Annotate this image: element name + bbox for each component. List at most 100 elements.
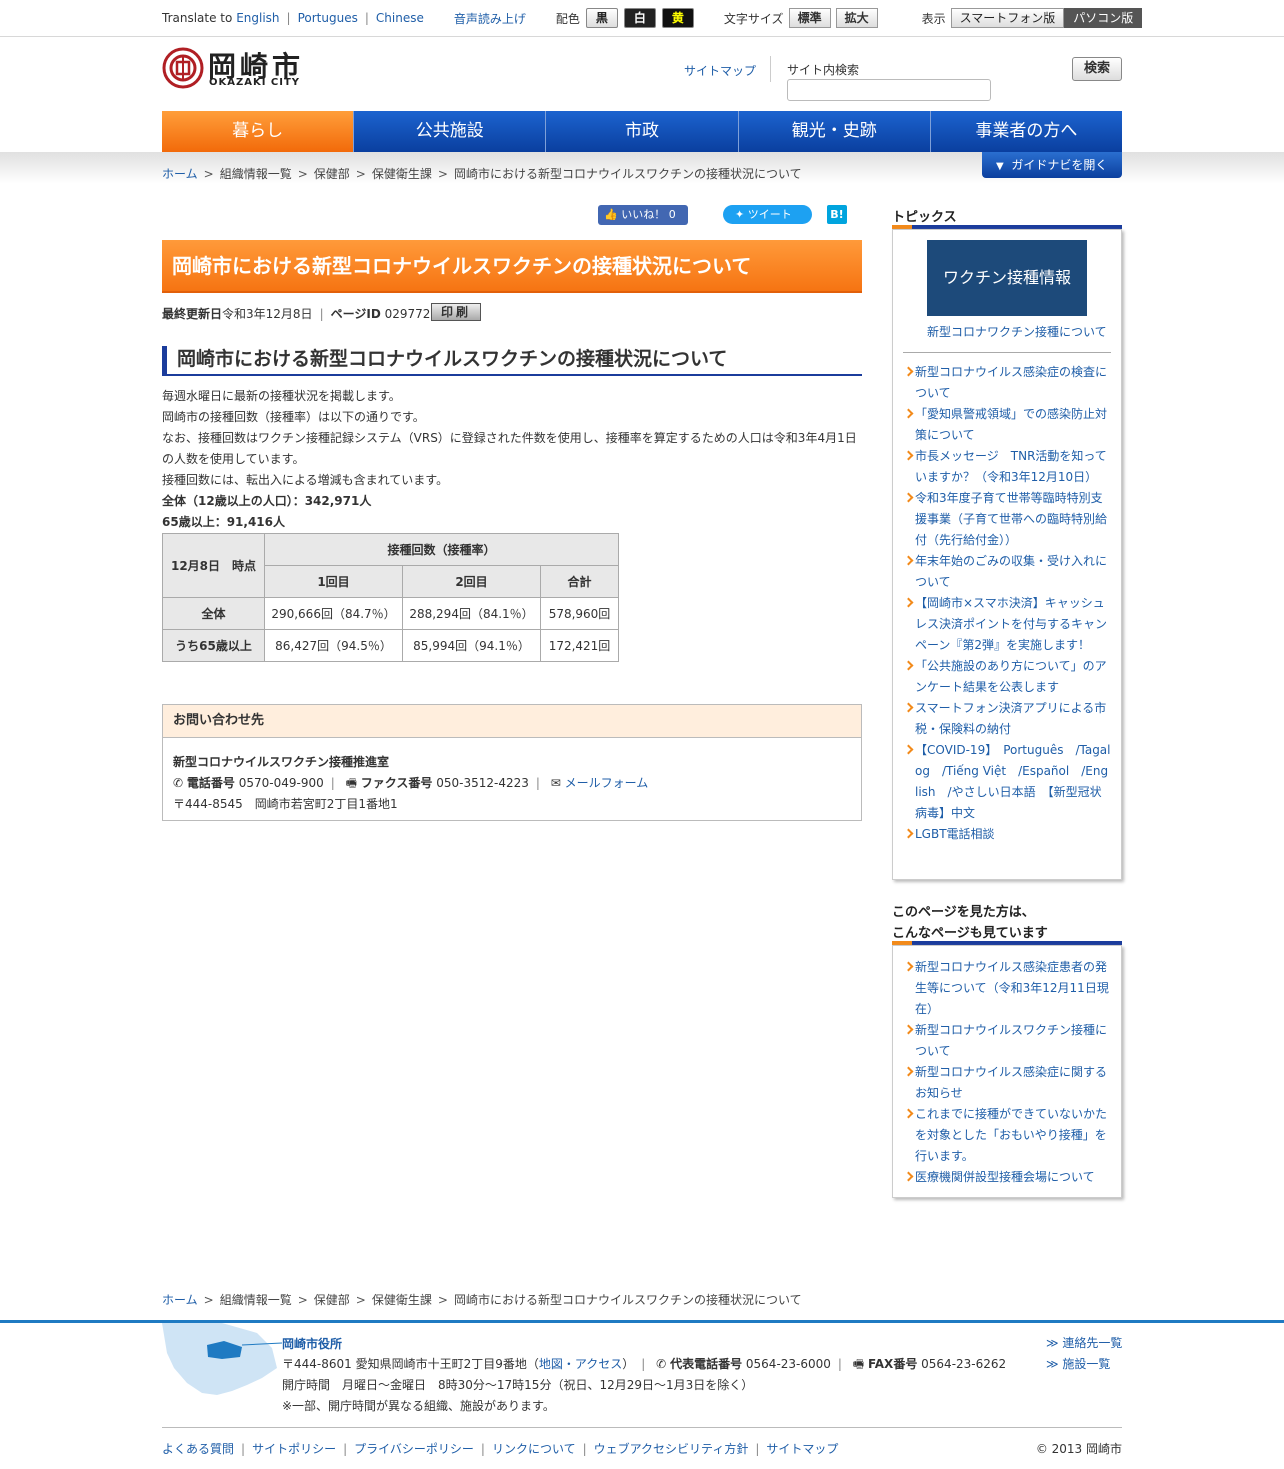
population-total: 全体（12歳以上の人口）：342,971人 bbox=[162, 494, 372, 508]
page-title: 岡崎市における新型コロナウイルスワクチンの接種状況について bbox=[162, 240, 862, 293]
topic-item[interactable]: 【COVID-19】 Português /Tagalog /Tiếng Việ… bbox=[893, 740, 1121, 824]
vaccine-banner[interactable]: ワクチン接種情報 bbox=[927, 240, 1087, 316]
search-label: サイト内検索 bbox=[787, 63, 860, 77]
table-row-header: うち65歳以上 bbox=[162, 629, 265, 662]
breadcrumb-health-dept[interactable]: 保健部 bbox=[314, 167, 350, 181]
nav-item-city-government[interactable]: 市政 bbox=[546, 111, 739, 152]
breadcrumb-org-list[interactable]: 組織情報一覧 bbox=[220, 167, 292, 181]
search-input[interactable] bbox=[787, 79, 991, 101]
contact-address: 〒444-8545 岡崎市若宮町2丁目1番地1 bbox=[173, 797, 398, 811]
updated-label: 最終更新日 bbox=[162, 307, 223, 321]
footer-tel-label: 代表電話番号 bbox=[670, 1357, 743, 1371]
footer-link-accessibility[interactable]: ウェブアクセシビリティ方針 bbox=[594, 1442, 749, 1456]
fax-value: 050-3512-4223 bbox=[436, 776, 529, 790]
color-black-button[interactable]: 黒 bbox=[585, 8, 618, 28]
pageid-label: ページID bbox=[330, 307, 381, 321]
display-smartphone-button[interactable]: スマートフォン版 bbox=[950, 8, 1065, 28]
topic-item[interactable]: 市長メッセージ TNR活動を知っていますか？（令和3年12月10日） bbox=[893, 446, 1121, 488]
related-item[interactable]: 医療機関併設型接種会場について bbox=[893, 1167, 1121, 1188]
footer-link-site-policy[interactable]: サイトポリシー bbox=[252, 1442, 336, 1456]
tweet-label: ツイート bbox=[747, 208, 792, 221]
lang-english-link[interactable]: English bbox=[236, 11, 279, 25]
nav-item-business[interactable]: 事業者の方へ bbox=[930, 111, 1123, 152]
facebook-like-button[interactable]: 👍 いいね！ 0 bbox=[598, 205, 688, 225]
footer-address: 〒444-8601 愛知県岡崎市十王町2丁目9番地 bbox=[282, 1357, 527, 1371]
divider bbox=[770, 56, 771, 82]
fontsize-large-button[interactable]: 拡大 bbox=[835, 8, 878, 28]
related-item[interactable]: これまでに接種ができていないかたを対象とした「おもいやり接種」を行います。 bbox=[893, 1104, 1121, 1167]
nav-item-living[interactable]: 暮らし bbox=[162, 111, 355, 152]
tel-label: 電話番号 bbox=[186, 776, 235, 790]
footer-link-privacy[interactable]: プライバシーポリシー bbox=[354, 1442, 474, 1456]
footer-fax-label: FAX番号 bbox=[867, 1357, 918, 1371]
topic-item[interactable]: スマートフォン決済アプリによる市税・保険料の納付 bbox=[893, 698, 1121, 740]
fontsize-normal-button[interactable]: 標準 bbox=[788, 8, 831, 28]
site-logo[interactable]: 岡崎市 OKAZAKI CITY bbox=[162, 46, 307, 90]
table-header-row: 12月8日 時点 接種回数（接種率） bbox=[162, 533, 619, 598]
related-item[interactable]: 新型コロナウイルスワクチン接種について bbox=[893, 1020, 1121, 1062]
footer-side-links: ≫ 連絡先一覧 ≫ 施設一覧 bbox=[1046, 1333, 1122, 1375]
breadcrumb-home[interactable]: ホーム bbox=[162, 167, 198, 181]
table-col-header: 1回目 bbox=[264, 565, 403, 598]
color-yellow-button[interactable]: 黄 bbox=[661, 8, 694, 28]
table-group-header: 接種回数（接種率） bbox=[264, 533, 619, 566]
footer-links: よくある質問 | サイトポリシー | プライバシーポリシー | リンクについて | ウェブアクセ… bbox=[162, 1442, 839, 1456]
topic-item[interactable]: 【岡崎市×スマホ決済】キャッシュレス決済ポイントを付与するキャンペーン『第2弾』… bbox=[893, 593, 1121, 656]
fax-icon: 🖷 bbox=[345, 776, 357, 790]
breadcrumb-org-list[interactable]: 組織情報一覧 bbox=[220, 1293, 292, 1307]
section-heading: 岡崎市における新型コロナウイルスワクチンの接種状況について bbox=[162, 346, 862, 376]
lang-chinese-link[interactable]: Chinese bbox=[376, 11, 424, 25]
breadcrumb-health-section[interactable]: 保健衛生課 bbox=[372, 167, 432, 181]
topic-item[interactable]: 「公共施設のあり方について」のアンケート結果を公表します bbox=[893, 656, 1121, 698]
logo-subtext: OKAZAKI CITY bbox=[209, 77, 301, 88]
header-sitemap-link[interactable]: サイトマップ bbox=[684, 62, 756, 79]
footer-facilities-link[interactable]: 施設一覧 bbox=[1062, 1357, 1110, 1371]
double-chevron-icon: ≫ bbox=[1046, 1357, 1059, 1371]
footer-link-links[interactable]: リンクについて bbox=[492, 1442, 576, 1456]
vaccine-banner-link[interactable]: 新型コロナワクチン接種について bbox=[927, 322, 1109, 343]
contact-box: お問い合わせ先 新型コロナウイルスワクチン接種推進室 ✆ 電話番号 0570-0… bbox=[162, 704, 862, 821]
lang-portugues-link[interactable]: Portugues bbox=[298, 11, 358, 25]
mail-icon: ✉ bbox=[550, 776, 561, 790]
mail-form-link[interactable]: メールフォーム bbox=[565, 776, 649, 790]
like-count: 0 bbox=[668, 208, 676, 221]
paragraph: 岡崎市の接種回数（接種率）は以下の通りです。 bbox=[162, 410, 425, 424]
divider bbox=[162, 1427, 1122, 1428]
display-pc-button[interactable]: パソコン版 bbox=[1064, 8, 1143, 28]
topic-item[interactable]: 年末年始のごみの収集・受け入れについて bbox=[893, 551, 1121, 593]
related-box: 新型コロナウイルス感染症患者の発生等について（令和3年12月11日現在） 新型コ… bbox=[892, 945, 1122, 1198]
guide-nav-button[interactable]: ▼ ガイドナビを開く bbox=[982, 152, 1122, 178]
footer-contacts-link[interactable]: 連絡先一覧 bbox=[1062, 1336, 1122, 1350]
breadcrumb-current: 岡崎市における新型コロナウイルスワクチンの接種状況について bbox=[453, 167, 802, 181]
page-meta: 最終更新日令和3年12月8日 | ページID 029772 bbox=[162, 307, 431, 321]
footer-tel: 0564-23-6000 bbox=[745, 1357, 831, 1371]
footer-link-faq[interactable]: よくある質問 bbox=[162, 1442, 234, 1456]
footer-map-link[interactable]: 地図・アクセス bbox=[539, 1357, 622, 1371]
bird-icon: ✦ bbox=[735, 208, 745, 221]
double-chevron-icon: ≫ bbox=[1046, 1336, 1059, 1350]
print-button[interactable]: 印刷 bbox=[431, 303, 481, 321]
footer-hours: 開庁時間 月曜日～金曜日 8時30分～17時15分（祝日、12月29日～1月3日… bbox=[282, 1378, 754, 1392]
search-button[interactable]: 検索 bbox=[1072, 57, 1122, 81]
tweet-button[interactable]: ✦ ツイート bbox=[723, 205, 812, 224]
color-label: 配色 bbox=[555, 11, 580, 26]
contact-dept: 新型コロナウイルスワクチン接種推進室 bbox=[173, 755, 390, 769]
related-item[interactable]: 新型コロナウイルス感染症患者の発生等について（令和3年12月11日現在） bbox=[893, 957, 1121, 1020]
related-item[interactable]: 新型コロナウイルス感染症に関するお知らせ bbox=[893, 1062, 1121, 1104]
topic-item[interactable]: 令和3年度子育て世帯等臨時特別支援事業（子育て世帯への臨時特別給付（先行給付金）… bbox=[893, 488, 1121, 551]
nav-item-facilities[interactable]: 公共施設 bbox=[354, 111, 547, 152]
fax-icon: 🖷 bbox=[852, 1357, 865, 1371]
breadcrumb-health-section[interactable]: 保健衛生課 bbox=[372, 1293, 432, 1307]
body-text: 毎週水曜日に最新の接種状況を掲載します。 岡崎市の接種回数（接種率）は以下の通り… bbox=[162, 386, 862, 533]
divider bbox=[903, 352, 1111, 353]
topic-item[interactable]: 「愛知県警戒領域」での感染防止対策について bbox=[893, 404, 1121, 446]
voice-reading-link[interactable]: 音声読み上げ bbox=[454, 10, 526, 27]
nav-item-tourism[interactable]: 観光・史跡 bbox=[738, 111, 931, 152]
footer-link-sitemap[interactable]: サイトマップ bbox=[766, 1442, 838, 1456]
breadcrumb-home[interactable]: ホーム bbox=[162, 1293, 198, 1307]
breadcrumb-health-dept[interactable]: 保健部 bbox=[314, 1293, 350, 1307]
hatena-bookmark-button[interactable]: B! bbox=[827, 205, 847, 224]
topic-item[interactable]: LGBT電話相談 bbox=[893, 824, 1121, 845]
color-white-button[interactable]: 白 bbox=[623, 8, 656, 28]
topic-item[interactable]: 新型コロナウイルス感染症の検査について bbox=[893, 362, 1121, 404]
